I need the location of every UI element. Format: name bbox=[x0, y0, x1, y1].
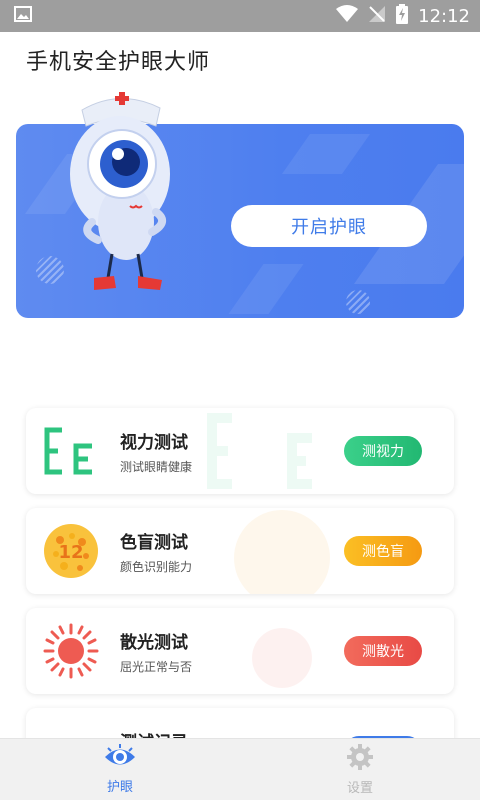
nav-label: 设置 bbox=[346, 781, 373, 796]
astigmatism-sun-icon bbox=[42, 622, 100, 680]
eye-mascot bbox=[60, 82, 180, 297]
eye-icon bbox=[103, 744, 137, 774]
color-blind-plate-icon: 12 bbox=[42, 522, 100, 580]
vision-test-card[interactable]: 视力测试 测试眼睛健康 测视力 bbox=[26, 408, 454, 494]
eye-chart-icon bbox=[42, 422, 100, 480]
bottom-navigation: 护眼 设置 bbox=[0, 738, 480, 800]
card-title: 视力测试 bbox=[120, 433, 188, 453]
astigmatism-test-card[interactable]: 散光测试 屈光正常与否 测散光 bbox=[26, 608, 454, 694]
test-vision-button[interactable]: 测视力 bbox=[344, 436, 422, 466]
status-bar: 12:12 bbox=[0, 0, 480, 32]
card-subtitle: 测试眼睛健康 bbox=[120, 460, 193, 474]
card-subtitle: 颜色识别能力 bbox=[120, 560, 193, 574]
svg-text:12: 12 bbox=[58, 542, 83, 563]
nav-item-settings[interactable]: 设置 bbox=[240, 739, 480, 800]
nav-label: 护眼 bbox=[106, 780, 133, 795]
card-title: 散光测试 bbox=[120, 633, 188, 653]
color-blind-test-card[interactable]: 12 色盲测试 颜色识别能力 测色盲 bbox=[26, 508, 454, 594]
sun-watermark-icon bbox=[202, 608, 352, 694]
test-astigmatism-button[interactable]: 测散光 bbox=[344, 636, 422, 666]
card-subtitle: 屈光正常与否 bbox=[120, 660, 193, 674]
nav-item-eye-protection[interactable]: 护眼 bbox=[0, 739, 240, 800]
battery-charging-icon bbox=[396, 4, 409, 28]
signal-off-icon bbox=[368, 5, 386, 27]
image-icon bbox=[14, 6, 32, 26]
test-color-blind-button[interactable]: 测色盲 bbox=[344, 536, 422, 566]
page-title: 手机安全护眼大师 bbox=[26, 50, 211, 75]
open-eye-protection-button[interactable]: 开启护眼 bbox=[231, 205, 427, 247]
wifi-icon bbox=[336, 5, 359, 27]
gear-icon bbox=[346, 743, 374, 775]
eye-chart-watermark-icon bbox=[202, 408, 352, 494]
color-plate-watermark-icon bbox=[202, 508, 352, 594]
card-title: 色盲测试 bbox=[120, 533, 188, 553]
status-time: 12:12 bbox=[418, 5, 470, 27]
